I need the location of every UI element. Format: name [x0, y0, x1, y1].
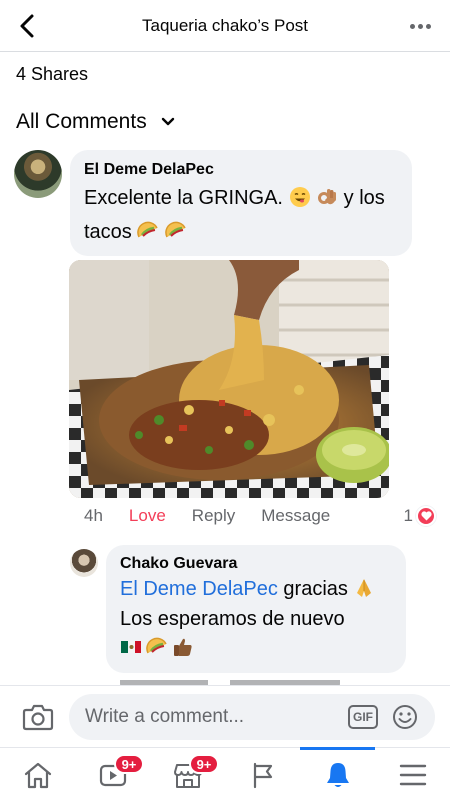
ok-hand-icon	[318, 189, 337, 205]
tab-menu[interactable]	[375, 748, 450, 800]
comment-actions: 4h Love Reply Message	[84, 506, 330, 526]
post-screen: Taqueria chako’s Post 4 Shares All Comme…	[0, 0, 450, 800]
reply-button[interactable]: Reply	[192, 506, 235, 526]
comment-text-part: tacos	[84, 221, 132, 243]
reaction-summary[interactable]: 1	[404, 506, 436, 526]
comment-text-part: Excelente la GRINGA.	[84, 187, 283, 209]
comment-text: Excelente la GRINGA. y los tacos	[84, 181, 398, 249]
comment-timestamp: 4h	[84, 506, 103, 525]
comment-author[interactable]: El Deme DelaPec	[84, 161, 398, 179]
smiling-face-icon	[289, 187, 310, 207]
tab-video[interactable]: 9+	[75, 748, 150, 800]
comment-composer: GIF	[0, 685, 450, 747]
reply-text-part: Los esperamos de nuevo	[120, 608, 345, 630]
comment-filter-label: All Comments	[16, 110, 147, 133]
comment-photo[interactable]	[69, 260, 389, 498]
taco-icon	[137, 221, 159, 238]
tab-marketplace[interactable]: 9+	[150, 748, 225, 800]
shares-count[interactable]: 4 Shares	[16, 64, 88, 85]
taco-icon	[165, 221, 186, 238]
comment-filter-dropdown[interactable]: All Comments	[16, 110, 175, 134]
mention-link[interactable]: El Deme DelaPec	[120, 578, 278, 600]
comment-input[interactable]	[85, 694, 335, 740]
tab-pages[interactable]	[225, 748, 300, 800]
camera-icon[interactable]	[22, 702, 54, 732]
reply-text: El Deme DelaPec gracias Los esperamos de…	[120, 574, 392, 634]
hamburger-menu-icon	[399, 764, 426, 785]
flag-icon	[253, 762, 272, 788]
chevron-down-icon	[161, 117, 174, 126]
bell-icon	[326, 762, 349, 787]
more-options-icon[interactable]	[406, 14, 434, 38]
message-button[interactable]: Message	[261, 506, 330, 526]
reply-author[interactable]: Chako Guevara	[120, 555, 392, 573]
tab-notifications[interactable]	[300, 747, 375, 800]
avatar[interactable]	[14, 150, 62, 198]
thumbs-up-icon	[174, 638, 192, 656]
comment-text-part: y los	[343, 187, 385, 209]
taco-icon	[146, 637, 167, 654]
comment-bubble[interactable]: El Deme DelaPec Excelente la GRINGA. y l…	[70, 150, 412, 256]
video-badge: 9+	[114, 754, 144, 774]
reply-text-part: gracias	[283, 578, 348, 600]
marketplace-badge: 9+	[189, 754, 219, 774]
love-reaction-button[interactable]: Love	[129, 506, 166, 526]
page-title: Taqueria chako’s Post	[141, 15, 308, 35]
emoji-picker-icon[interactable]	[392, 704, 418, 730]
back-arrow-icon[interactable]	[14, 12, 42, 40]
folded-hands-icon	[357, 579, 372, 597]
heart-icon	[416, 506, 436, 526]
avatar[interactable]	[70, 549, 98, 577]
home-icon	[24, 762, 51, 788]
tab-home[interactable]	[0, 748, 75, 800]
header: Taqueria chako’s Post	[0, 0, 450, 52]
reaction-count: 1	[403, 506, 413, 525]
bottom-tab-bar: 9+ 9+	[0, 747, 450, 800]
gif-button[interactable]: GIF	[348, 705, 378, 729]
mexico-flag-icon	[121, 641, 141, 653]
comment-box: GIF	[69, 694, 435, 740]
reply-bubble[interactable]: Chako Guevara El Deme DelaPec gracias Lo…	[106, 545, 406, 673]
reply-emojis	[120, 636, 392, 658]
